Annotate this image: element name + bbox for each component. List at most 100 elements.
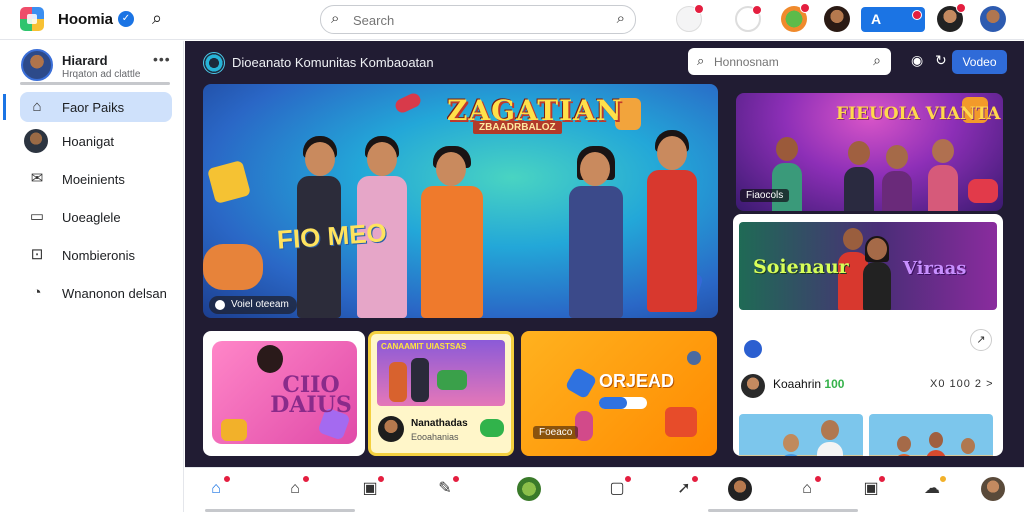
bottom-nav-avatar[interactable] (517, 477, 541, 501)
settings-icon[interactable]: ◉ (911, 52, 923, 69)
megaphone-decoration (203, 244, 263, 290)
notification-badge (694, 4, 704, 14)
notification-badge (956, 3, 966, 13)
post-thumbnail[interactable] (869, 414, 993, 456)
search-submit-icon[interactable]: ⌕ (617, 10, 625, 27)
person (411, 358, 429, 402)
sidebar-item-label: Hoanigat (62, 134, 115, 149)
user-avatar-1[interactable] (735, 5, 762, 32)
search-input[interactable] (353, 11, 603, 29)
notification-badge (691, 475, 699, 483)
ball-decoration (687, 351, 701, 365)
avatar[interactable] (378, 416, 404, 442)
cube-decoration (665, 407, 697, 437)
notification-badge (377, 475, 385, 483)
bottom-nav-video-icon[interactable]: ▢ (605, 475, 632, 500)
user-avatar-2[interactable] (824, 6, 850, 32)
dice-decoration (221, 419, 247, 441)
party-card[interactable]: FIEUOIA VIANTA Fiaocols (736, 93, 1003, 211)
post-author[interactable]: Koaahrin 100 (773, 377, 844, 391)
post-meta: X0 100 2 > (930, 378, 994, 390)
bottom-nav-avatar[interactable] (728, 477, 752, 501)
content-search-input[interactable] (714, 53, 859, 70)
notification-icon[interactable] (676, 4, 704, 32)
sidebar-item-pages[interactable]: ▭ Uoeaglele (20, 202, 172, 232)
user-avatar-3[interactable] (937, 3, 966, 32)
search-icon: ⌕ (697, 53, 705, 68)
promo-card-text: ORJEAD (599, 371, 675, 391)
bottom-nav: ⌂ ⌂ ▣ ✎ ▢ ➚ ⌂ ▣ ☁ (185, 467, 1024, 512)
party-title: FIEUOIA VIANTA (836, 104, 1001, 124)
hero-chip-label: Voiel oteeam (231, 299, 289, 310)
sidebar-item-label: Moeinients (62, 172, 125, 187)
promo-card-orange[interactable]: ORJEAD Foeaco (521, 331, 717, 456)
avatar (24, 129, 48, 153)
sidebar-scrollbar[interactable] (20, 82, 170, 85)
promo-card-text: CIIO DAIUS (270, 372, 352, 418)
plant-decoration (437, 370, 467, 390)
window-icon: ▭ (29, 208, 45, 225)
hero-subtitle: ZBAADRBALOZ (473, 121, 562, 134)
promo-card-chip[interactable]: Foeaco (533, 426, 579, 439)
bag-icon: ⊡ (30, 246, 44, 263)
more-icon[interactable]: ••• (153, 51, 171, 67)
notification-badge (752, 5, 762, 15)
hero-card[interactable]: ZAGATIAN ZBAADRBALOZ FIO MEO Voiel oteea… (203, 84, 718, 318)
video-button[interactable]: Vodeo (952, 50, 1007, 74)
bottom-nav-avatar[interactable] (981, 477, 1005, 501)
mail-icon: ✉ (30, 170, 44, 187)
channel-badge-icon (742, 338, 764, 360)
bottom-nav-chat-icon[interactable]: ▣ (358, 475, 385, 500)
author-avatar[interactable] (741, 374, 765, 398)
notification-badge (814, 475, 822, 483)
share-icon[interactable]: ↗ (970, 329, 992, 351)
sidebar-item-label: Faor Paiks (62, 100, 125, 115)
sidebar-item-profile[interactable]: Hoanigat (20, 126, 172, 156)
post-thumbnail[interactable] (739, 414, 863, 456)
main-content: Dioeanato Komunitas Kombaoatan ⌕ ⌕ ◉ ↻ V… (185, 41, 1024, 467)
notification-badge (452, 475, 460, 483)
game-icon[interactable] (781, 3, 810, 32)
create-button[interactable]: A (861, 7, 925, 32)
promo-card-pink[interactable]: CIIO DAIUS (203, 331, 365, 456)
search-submit-icon[interactable]: ⌕ (873, 52, 881, 69)
join-button[interactable] (480, 419, 504, 437)
account-avatar[interactable] (980, 6, 1006, 32)
search-icon[interactable]: ⌕ (152, 8, 162, 29)
promo-card-yellow[interactable]: CANAAMIT UIASTSAS Nanathadas Eooahanias (368, 331, 514, 456)
profile-avatar[interactable] (21, 49, 53, 81)
post-author-tag: 100 (824, 377, 845, 391)
profile-name[interactable]: Hiarard (62, 53, 108, 68)
home-icon: ⌂ (32, 98, 42, 115)
bottom-nav-send-icon[interactable]: ➚ (672, 475, 699, 500)
bottom-nav-group-icon[interactable]: ☁ (920, 475, 947, 500)
bottom-nav-bell-icon[interactable]: ⌂ (795, 475, 822, 500)
notification-badge (878, 475, 886, 483)
search-box[interactable]: ⌕ ⌕ (320, 5, 636, 34)
create-button-label: A (871, 11, 882, 27)
bottom-nav-calendar-icon[interactable]: ▣ (859, 475, 886, 500)
post-banner-left-text: Soienaur (753, 256, 849, 278)
bottom-nav-home-icon[interactable]: ⌂ (204, 475, 231, 500)
app-logo[interactable] (20, 7, 44, 31)
post-banner[interactable]: Soienaur Viraas (739, 222, 997, 310)
play-icon (215, 300, 225, 310)
party-chip[interactable]: Fiaocols (740, 189, 790, 202)
sidebar-item-home[interactable]: ⌂ Faor Paiks (3, 92, 172, 122)
dice-decoration (206, 159, 252, 205)
promo-card-name: Nanathadas (411, 418, 468, 429)
promo-card-image: CANAAMIT UIASTSAS (377, 340, 505, 406)
post-card[interactable]: Soienaur Viraas ↗ Koaahrin 100 X0 100 2 … (733, 214, 1003, 456)
candy-decoration (393, 91, 423, 115)
progress-pill (599, 397, 647, 409)
check-badge-icon: ✓ (118, 11, 134, 27)
sidebar-item-memories[interactable]: ◔ Wnanonon delsan (20, 278, 172, 308)
sidebar-item-messages[interactable]: ✉ Moeinients (20, 164, 172, 194)
hero-chip[interactable]: Voiel oteeam (209, 296, 297, 314)
refresh-icon[interactable]: ↻ (935, 52, 947, 69)
content-search-box[interactable]: ⌕ ⌕ (688, 48, 891, 75)
post-author-name: Koaahrin (773, 377, 822, 391)
sidebar-item-marketplace[interactable]: ⊡ Nombieronis (20, 240, 172, 270)
bottom-nav-house-icon[interactable]: ⌂ (283, 475, 310, 500)
bottom-nav-edit-icon[interactable]: ✎ (433, 475, 460, 500)
